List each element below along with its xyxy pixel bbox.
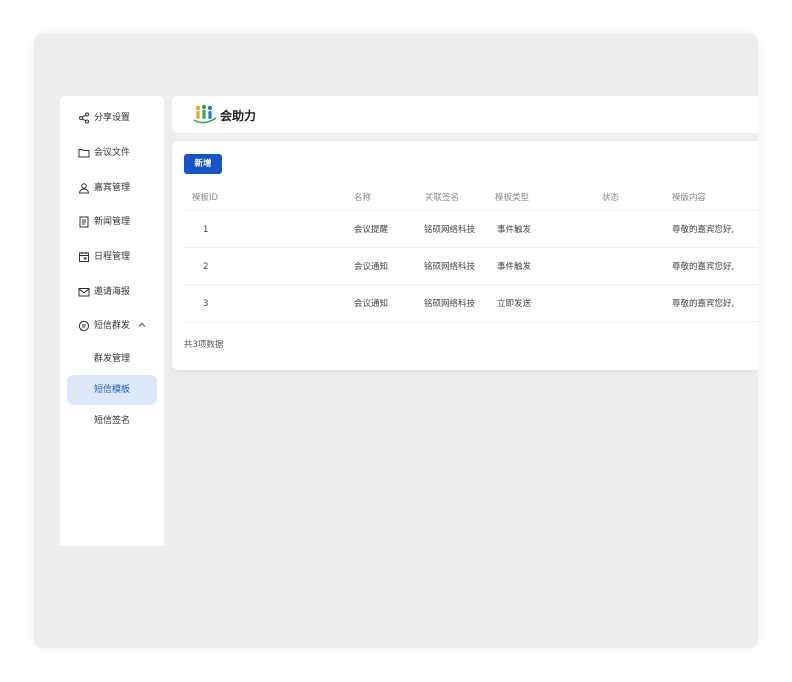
mail-icon [78, 288, 90, 297]
row-divider [184, 321, 758, 322]
column-header-content[interactable]: 模版内容 [672, 192, 706, 204]
sidebar-subitem-sms-template[interactable]: 短信模板 [67, 375, 157, 405]
cell-name: 会议通知 [354, 299, 389, 309]
total-count-text: 共3项数据 [184, 340, 224, 350]
cell-template-id: 2 [203, 262, 209, 272]
sidebar-item-label: 分享设置 [94, 113, 131, 123]
cell-signature: 铭硕网络科技 [424, 262, 476, 272]
row-divider [184, 284, 758, 285]
sidebar: 分享设置 会议文件 嘉宾管理 新闻管理 日程管理 邀请海报 短信群发 群发管理 … [60, 96, 164, 546]
column-header-template-id[interactable]: 模板ID [192, 192, 218, 204]
row-divider [184, 247, 758, 248]
logo-people-icon [193, 104, 217, 124]
sidebar-item-label: 会议文件 [94, 148, 131, 158]
user-icon [78, 183, 90, 194]
chevron-up-icon[interactable] [137, 320, 147, 330]
template-list-card: 新增 模板ID 名称 关联签名 模板类型 状态 模版内容 1 会议提醒 铭硕网络… [172, 141, 758, 370]
column-header-signature[interactable]: 关联签名 [425, 192, 459, 204]
sidebar-item-guest-management[interactable]: 嘉宾管理 [60, 178, 164, 198]
sidebar-item-label: 邀请海报 [94, 287, 131, 297]
cell-template-type: 立即发送 [497, 299, 532, 309]
column-header-template-type[interactable]: 模板类型 [495, 192, 529, 204]
sidebar-subitem-sms-signature[interactable]: 短信签名 [67, 406, 157, 436]
app-logo: 会助力 [193, 104, 256, 124]
row-divider [184, 210, 758, 211]
sidebar-item-share-settings[interactable]: 分享设置 [60, 108, 164, 128]
cell-name: 会议提醒 [354, 225, 389, 235]
column-header-status[interactable]: 状态 [602, 192, 619, 204]
cell-template-id: 1 [203, 225, 209, 235]
sidebar-item-meeting-files[interactable]: 会议文件 [60, 143, 164, 163]
cell-content: 尊敬的嘉宾您好, [672, 299, 735, 309]
cell-template-id: 3 [203, 299, 209, 309]
cell-name: 会议通知 [354, 262, 389, 272]
sidebar-item-schedule-management[interactable]: 日程管理 [60, 247, 164, 267]
sidebar-item-news-management[interactable]: 新闻管理 [60, 212, 164, 232]
cell-signature: 铭硕网络科技 [424, 299, 476, 309]
app-frame: 分享设置 会议文件 嘉宾管理 新闻管理 日程管理 邀请海报 短信群发 群发管理 … [34, 34, 758, 648]
column-header-name[interactable]: 名称 [354, 192, 371, 204]
cell-template-type: 事件触发 [497, 225, 532, 235]
top-header: 会助力 [172, 96, 758, 133]
sidebar-item-label: 新闻管理 [94, 217, 131, 227]
sidebar-subitem-broadcast-management[interactable]: 群发管理 [67, 344, 157, 374]
calendar-icon [79, 252, 89, 262]
news-icon [79, 216, 89, 228]
cell-signature: 铭硕网络科技 [424, 225, 476, 235]
sidebar-item-label: 短信群发 [94, 321, 131, 331]
logo-text: 会助力 [220, 108, 256, 123]
cell-content: 尊敬的嘉宾您好, [672, 262, 735, 272]
cell-content: 尊敬的嘉宾您好, [672, 225, 735, 235]
share-icon [79, 112, 89, 124]
add-button[interactable]: 新增 [184, 154, 222, 174]
sidebar-item-invitation-poster[interactable]: 邀请海报 [60, 282, 164, 302]
sidebar-item-sms-broadcast[interactable]: 短信群发 [60, 316, 164, 336]
sidebar-item-label: 嘉宾管理 [94, 183, 131, 193]
folder-icon [78, 149, 90, 158]
cell-template-type: 事件触发 [497, 262, 532, 272]
sidebar-item-label: 日程管理 [94, 252, 131, 262]
message-icon [78, 320, 90, 332]
